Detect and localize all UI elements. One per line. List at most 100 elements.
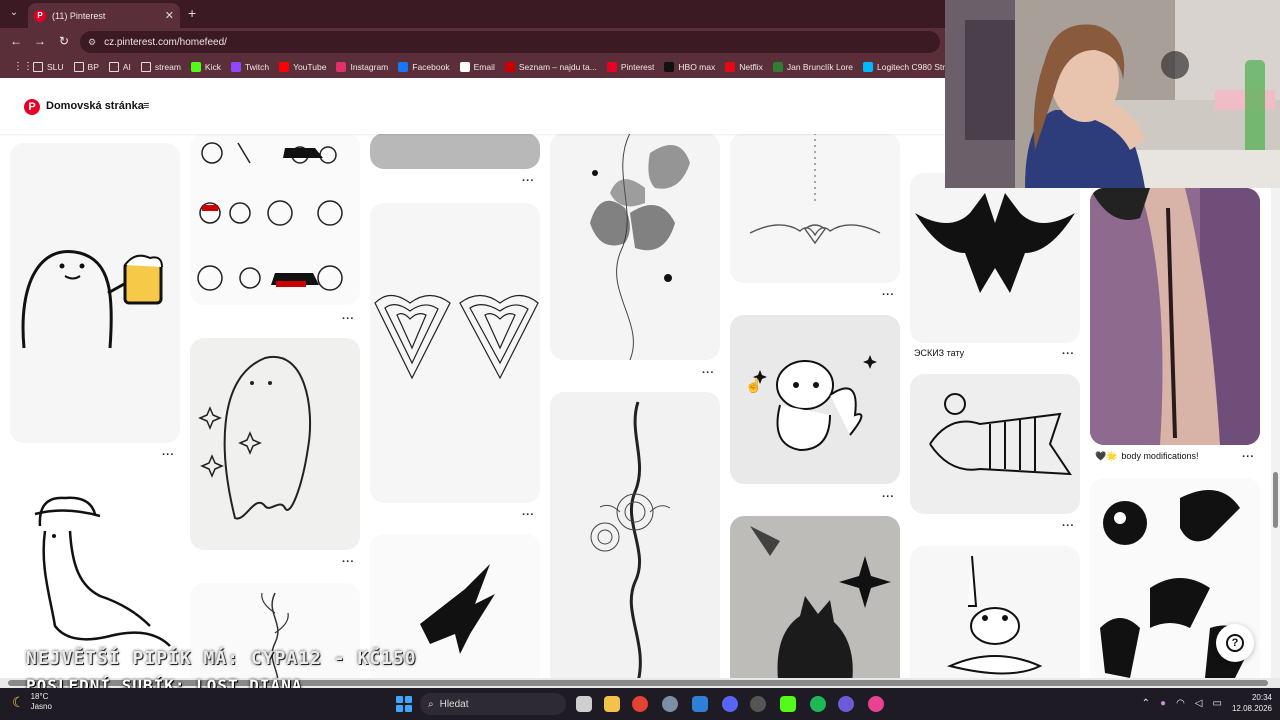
- pinterest-logo-icon[interactable]: P: [24, 99, 40, 115]
- pin-meme-beer[interactable]: [10, 143, 180, 443]
- seznam-icon: [504, 62, 515, 72]
- pin-chrysanthemum[interactable]: [550, 392, 720, 680]
- pin-more-icon[interactable]: ···: [1062, 520, 1075, 532]
- pin-emoji: 🖤🌟: [1095, 451, 1118, 461]
- bookmark-label: SLU: [47, 62, 64, 72]
- bookmark-twitch[interactable]: Twitch: [226, 58, 274, 76]
- address-bar[interactable]: ⚙ cz.pinterest.com/homefeed/: [80, 31, 940, 53]
- pin-more-icon[interactable]: ···: [882, 289, 895, 301]
- help-button[interactable]: ?: [1216, 624, 1254, 662]
- pin-title-row[interactable]: 🖤🌟 body modifications!: [1095, 451, 1198, 462]
- pin-frog-knight[interactable]: [910, 546, 1080, 680]
- windows-start-icon[interactable]: [396, 696, 412, 712]
- tray-expand-icon[interactable]: ⌃: [1142, 698, 1150, 709]
- weather-widget[interactable]: ☾ 18°C Jasno: [12, 692, 52, 712]
- pin-texture[interactable]: [370, 133, 540, 169]
- bookmark-label: Seznam – najdu ta...: [518, 62, 597, 72]
- app-icon[interactable]: [838, 696, 854, 712]
- pin-more-icon[interactable]: ···: [1062, 348, 1075, 360]
- back-icon[interactable]: ←: [8, 34, 24, 48]
- bookmark-netflix[interactable]: Netflix: [720, 58, 768, 76]
- tab-search-icon[interactable]: ⌄: [6, 5, 22, 21]
- bookmark-bp[interactable]: BP: [69, 58, 104, 76]
- bookmark-facebook[interactable]: Facebook: [393, 58, 454, 76]
- pin-fish-skeleton[interactable]: [910, 374, 1080, 514]
- browser-tab-pinterest[interactable]: P (11) Pinterest ✕: [28, 3, 180, 28]
- pin-more-icon[interactable]: ···: [342, 556, 355, 568]
- bookmark-hbo-max[interactable]: HBO max: [659, 58, 720, 76]
- wifi-icon[interactable]: ◠: [1176, 698, 1185, 709]
- mouse-cursor-icon: ☝: [745, 377, 763, 393]
- netflix-icon: [725, 62, 736, 72]
- youtube-icon: [279, 62, 290, 72]
- reload-icon[interactable]: ↻: [56, 34, 72, 48]
- pin-more-icon[interactable]: ···: [702, 367, 715, 379]
- pin-eskiz-tribal[interactable]: [910, 173, 1080, 343]
- microphone-icon[interactable]: ●: [1160, 698, 1166, 709]
- bookmark-instagram[interactable]: Instagram: [331, 58, 393, 76]
- pin-more-icon[interactable]: ···: [342, 313, 355, 325]
- close-tab-icon[interactable]: ✕: [165, 9, 174, 22]
- discord-icon[interactable]: [722, 696, 738, 712]
- clock-date: 12.08.2026: [1231, 704, 1272, 713]
- bookmark-label: Jan Brunclík Lore: [786, 62, 854, 72]
- pin-more-icon[interactable]: ···: [882, 491, 895, 503]
- pin-more-icon[interactable]: ···: [522, 175, 535, 187]
- pin-ornamental-heart[interactable]: [730, 133, 900, 283]
- pin-moto-stickers[interactable]: [190, 133, 360, 305]
- pin-butterflies[interactable]: [550, 133, 720, 360]
- file-explorer-icon[interactable]: [604, 696, 620, 712]
- pin-cat-tattoo[interactable]: [730, 516, 900, 680]
- chrome-icon[interactable]: [632, 696, 648, 712]
- windows-taskbar: ☾ 18°C Jasno ⌕ Hledat ⌃ ● ◠ ◁ ▭ 20:34 12…: [0, 688, 1280, 720]
- pin-cute-dragon[interactable]: [730, 315, 900, 484]
- tab-title: (11) Pinterest: [52, 10, 106, 21]
- folder-icon: [140, 62, 151, 72]
- forward-icon[interactable]: →: [32, 34, 48, 48]
- obs-icon[interactable]: [750, 696, 766, 712]
- page-title[interactable]: Domovská stránka: [46, 100, 144, 112]
- bookmark-jan-bruncl-k-lore[interactable]: Jan Brunclík Lore: [768, 58, 858, 76]
- pin-spider-hearts[interactable]: [370, 203, 540, 503]
- volume-icon[interactable]: ◁: [1195, 698, 1203, 709]
- settings-icon[interactable]: [662, 696, 678, 712]
- pin-more-icon[interactable]: ···: [522, 509, 535, 521]
- photos-icon[interactable]: [692, 696, 708, 712]
- weather-temperature: 18°C: [30, 692, 49, 701]
- bookmark-label: stream: [154, 62, 181, 72]
- bookmark-slu[interactable]: SLU: [28, 58, 69, 76]
- vertical-scrollbar-thumb[interactable]: [1273, 472, 1278, 528]
- pin-more-icon[interactable]: ···: [1242, 451, 1255, 463]
- vertical-scrollbar[interactable]: [1271, 134, 1280, 678]
- clock[interactable]: 20:34 12.08.2026: [1232, 692, 1272, 714]
- help-icon: ?: [1226, 634, 1244, 652]
- pinterest-header: P Domovská stránka ≡: [0, 78, 945, 134]
- new-tab-icon[interactable]: +: [188, 5, 196, 21]
- bookmark-youtube[interactable]: YouTube: [274, 58, 331, 76]
- bookmark-label: HBO max: [678, 62, 716, 72]
- taskbar-search[interactable]: ⌕ Hledat: [420, 693, 566, 715]
- system-tray: ⌃ ● ◠ ◁ ▭ 20:34 12.08.2026: [1142, 692, 1272, 714]
- menu-icon[interactable]: ≡: [143, 100, 149, 112]
- pin-title[interactable]: ЭСКИЗ тату: [914, 348, 964, 358]
- apps-icon[interactable]: ⋮⋮: [8, 58, 33, 76]
- bookmark-pinterest[interactable]: Pinterest: [602, 58, 660, 76]
- task-view-icon[interactable]: [576, 696, 592, 712]
- pin-leg-tattoo-photo[interactable]: [1090, 188, 1260, 445]
- pin-more-icon[interactable]: ···: [162, 449, 175, 461]
- spotify-icon[interactable]: [810, 696, 826, 712]
- bookmark-seznam-najdu-ta[interactable]: Seznam – najdu ta...: [500, 58, 602, 76]
- hbo-icon: [664, 62, 675, 72]
- bookmark-email[interactable]: Email: [455, 58, 500, 76]
- bookmark-stream[interactable]: stream: [136, 58, 186, 76]
- pin-dino-cowboy[interactable]: [10, 476, 180, 676]
- bookmark-label: Instagram: [350, 62, 389, 72]
- music-icon[interactable]: [868, 696, 884, 712]
- kick-app-icon[interactable]: [780, 696, 796, 712]
- bookmark-kick[interactable]: Kick: [186, 58, 226, 76]
- bookmark-ai[interactable]: AI: [104, 58, 136, 76]
- pin-ghost-sparkles[interactable]: [190, 338, 360, 550]
- weather-condition: Jasno: [30, 702, 52, 711]
- battery-icon[interactable]: ▭: [1213, 698, 1222, 709]
- site-info-icon[interactable]: ⚙: [88, 37, 96, 48]
